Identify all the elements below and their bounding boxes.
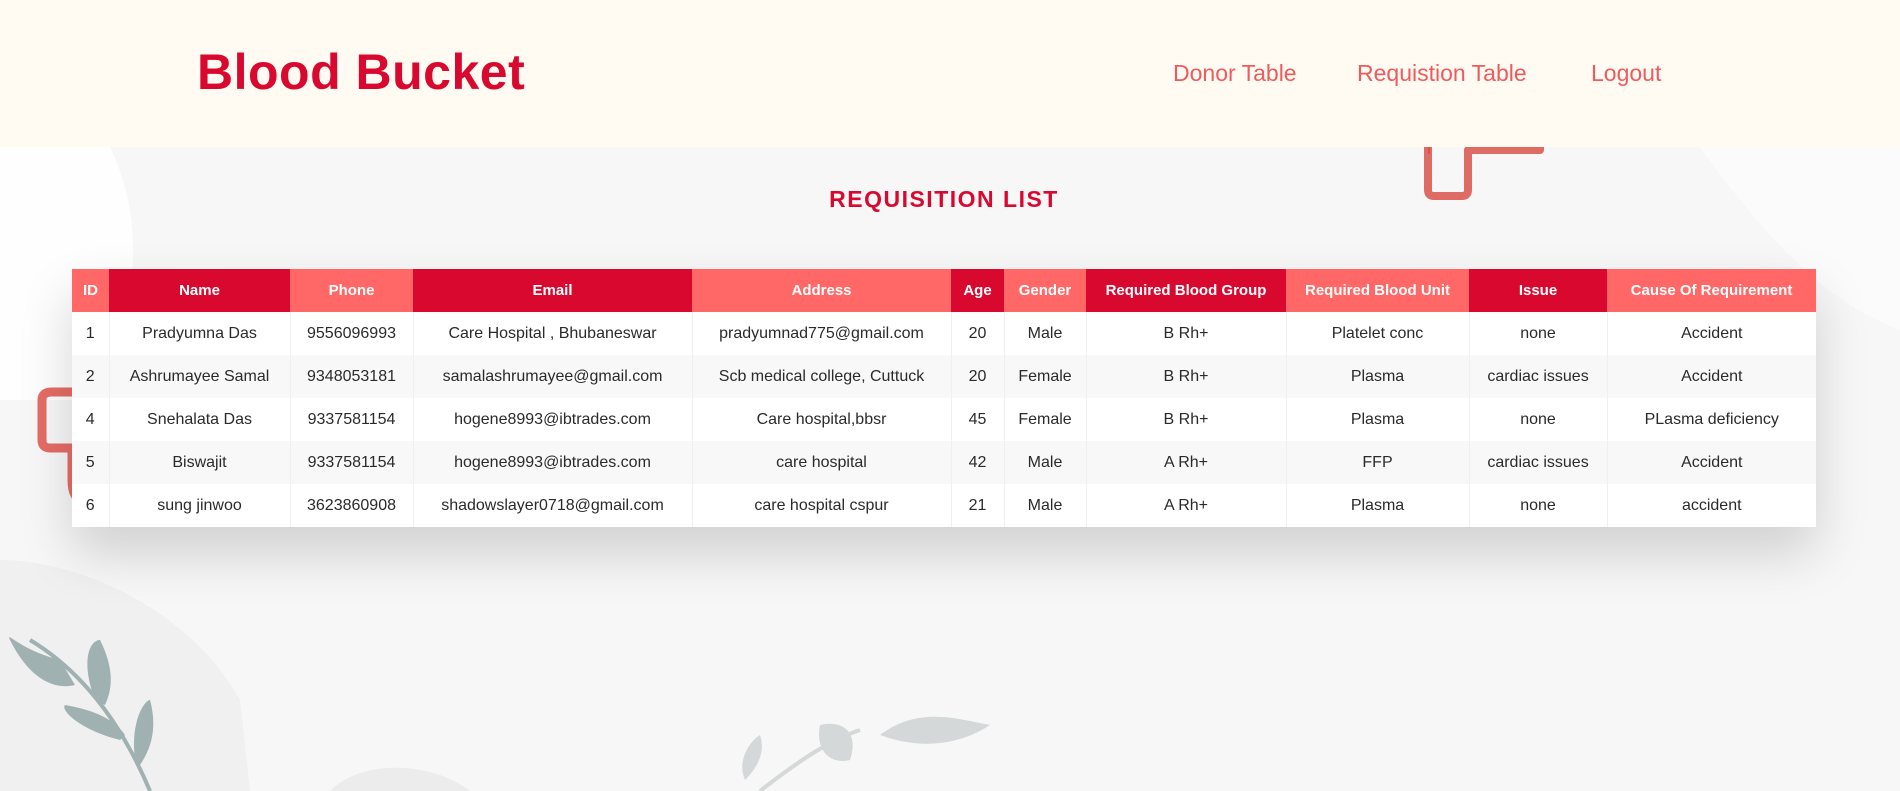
col-header-required-blood-group: Required Blood Group — [1086, 269, 1286, 312]
nav-logout[interactable]: Logout — [1591, 58, 1661, 88]
cell-phone: 9556096993 — [290, 312, 414, 355]
cell-age: 21 — [951, 484, 1005, 527]
cell-blood-group: B Rh+ — [1086, 355, 1287, 398]
col-header-address: Address — [692, 269, 951, 312]
cell-id: 5 — [72, 441, 110, 484]
cell-gender: Male — [1004, 484, 1087, 527]
cell-age: 20 — [951, 355, 1005, 398]
cell-issue: cardiac issues — [1469, 441, 1608, 484]
col-header-issue: Issue — [1469, 269, 1607, 312]
cell-name: Pradyumna Das — [109, 312, 291, 355]
cell-blood-group: B Rh+ — [1086, 312, 1287, 355]
col-header-required-blood-unit: Required Blood Unit — [1286, 269, 1469, 312]
cell-phone: 3623860908 — [290, 484, 414, 527]
cell-issue: none — [1469, 398, 1608, 441]
leaf-decoration-center — [742, 716, 990, 791]
cell-gender: Male — [1004, 441, 1087, 484]
table-header-row: ID Name Phone Email Address Age Gender R… — [72, 269, 1816, 312]
cell-age: 45 — [951, 398, 1005, 441]
cell-blood-unit: Plasma — [1286, 398, 1470, 441]
cell-phone: 9348053181 — [290, 355, 414, 398]
cell-address: care hospital cspur — [692, 484, 952, 527]
cell-name: Snehalata Das — [109, 398, 291, 441]
col-header-age: Age — [951, 269, 1004, 312]
cell-address: Scb medical college, Cuttuck — [692, 355, 952, 398]
cell-blood-unit: Plasma — [1286, 355, 1470, 398]
cell-email: shadowslayer0718@gmail.com — [413, 484, 693, 527]
col-header-phone: Phone — [290, 269, 413, 312]
cell-age: 42 — [951, 441, 1005, 484]
cell-cause: PLasma deficiency — [1607, 398, 1816, 441]
cell-blood-unit: Plasma — [1286, 484, 1470, 527]
requisition-table: ID Name Phone Email Address Age Gender R… — [72, 269, 1816, 527]
cell-address: Care hospital,bbsr — [692, 398, 952, 441]
cell-blood-group: A Rh+ — [1086, 484, 1287, 527]
col-header-id: ID — [72, 269, 109, 312]
table-row: 1 Pradyumna Das 9556096993 Care Hospital… — [72, 312, 1816, 355]
table-row: 6 sung jinwoo 3623860908 shadowslayer071… — [72, 484, 1816, 527]
col-header-gender: Gender — [1004, 269, 1086, 312]
cell-id: 1 — [72, 312, 110, 355]
cell-gender: Male — [1004, 312, 1087, 355]
cell-cause: Accident — [1607, 355, 1816, 398]
cell-blood-group: A Rh+ — [1086, 441, 1287, 484]
requisition-table-container: ID Name Phone Email Address Age Gender R… — [72, 269, 1816, 527]
table-row: 2 Ashrumayee Samal 9348053181 samalashru… — [72, 355, 1816, 398]
cell-name: sung jinwoo — [109, 484, 291, 527]
cell-id: 4 — [72, 398, 110, 441]
page-title: REQUISITION LIST — [829, 186, 1059, 212]
cell-name: Biswajit — [109, 441, 291, 484]
cell-email: hogene8993@ibtrades.com — [413, 441, 693, 484]
cell-issue: none — [1469, 312, 1608, 355]
cell-id: 6 — [72, 484, 110, 527]
cell-blood-unit: FFP — [1286, 441, 1470, 484]
nav-requisition-table[interactable]: Requistion Table — [1357, 58, 1527, 88]
nav-donor-table[interactable]: Donor Table — [1173, 58, 1297, 88]
cell-age: 20 — [951, 312, 1005, 355]
cell-address: care hospital — [692, 441, 952, 484]
cell-cause: accident — [1607, 484, 1816, 527]
cell-email: Care Hospital , Bhubaneswar — [413, 312, 693, 355]
cell-cause: Accident — [1607, 312, 1816, 355]
cell-gender: Female — [1004, 398, 1087, 441]
cell-gender: Female — [1004, 355, 1087, 398]
cell-id: 2 — [72, 355, 110, 398]
cell-name: Ashrumayee Samal — [109, 355, 291, 398]
cell-phone: 9337581154 — [290, 398, 414, 441]
cell-blood-unit: Platelet conc — [1286, 312, 1470, 355]
cell-address: pradyumnad775@gmail.com — [692, 312, 952, 355]
cell-cause: Accident — [1607, 441, 1816, 484]
table-row: 5 Biswajit 9337581154 hogene8993@ibtrade… — [72, 441, 1816, 484]
brand-logo[interactable]: Blood Bucket — [197, 40, 525, 104]
cell-email: samalashrumayee@gmail.com — [413, 355, 693, 398]
cell-issue: none — [1469, 484, 1608, 527]
col-header-email: Email — [413, 269, 692, 312]
col-header-cause-of-requirement: Cause Of Requirement — [1607, 269, 1816, 312]
cell-email: hogene8993@ibtrades.com — [413, 398, 693, 441]
table-row: 4 Snehalata Das 9337581154 hogene8993@ib… — [72, 398, 1816, 441]
cell-blood-group: B Rh+ — [1086, 398, 1287, 441]
cell-phone: 9337581154 — [290, 441, 414, 484]
col-header-name: Name — [109, 269, 290, 312]
site-header: Blood Bucket Donor Table Requistion Tabl… — [0, 0, 1900, 147]
cell-issue: cardiac issues — [1469, 355, 1608, 398]
